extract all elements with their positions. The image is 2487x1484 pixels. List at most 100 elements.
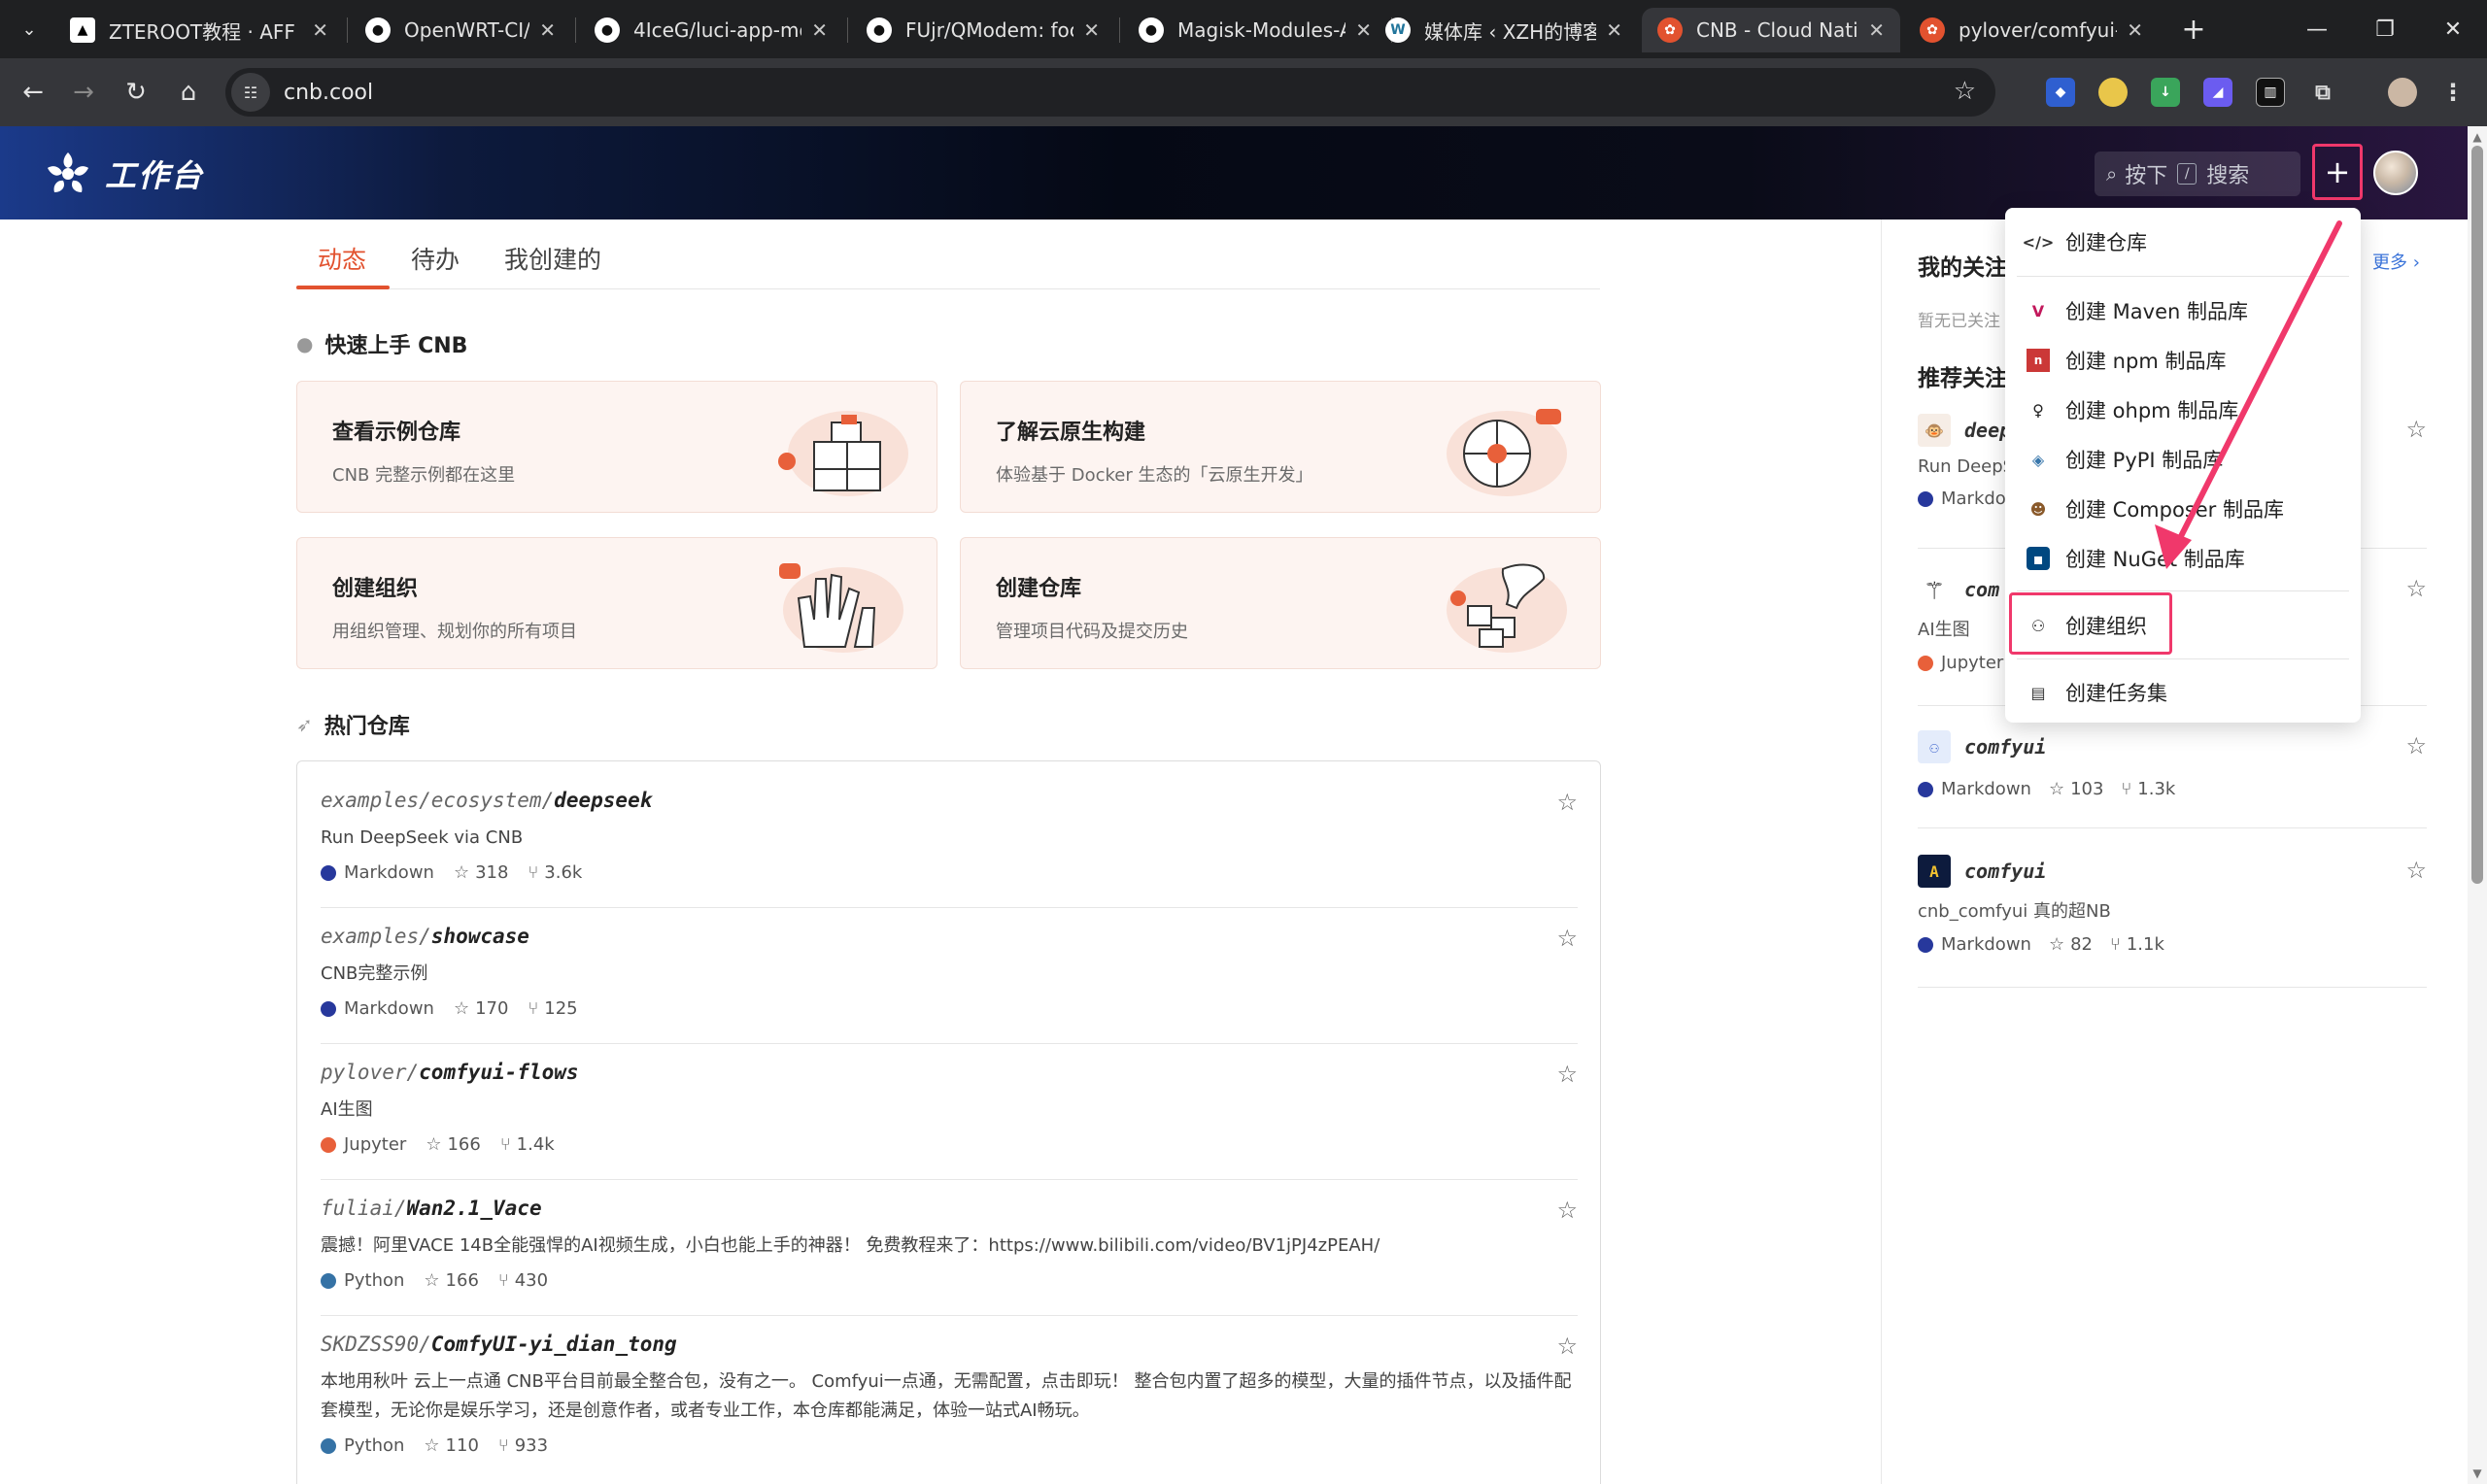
- recommend-name[interactable]: com: [1964, 578, 1999, 601]
- address-bar[interactable]: ☷ cnb.cool ☆: [225, 68, 1995, 117]
- star-button[interactable]: ☆: [1556, 1061, 1578, 1088]
- menu-divider: [2017, 590, 2349, 591]
- recommend-item[interactable]: Acomfyui cnb_comfyui 真的超NB Markdown ☆ 82 …: [1918, 855, 2427, 988]
- list-item[interactable]: pylover/comfyui-flows AI生图 Jupyter ☆ 166 …: [321, 1061, 1578, 1180]
- star-button[interactable]: ☆: [2405, 732, 2427, 759]
- scrollbar-thumb[interactable]: [2471, 146, 2483, 884]
- new-tab-button[interactable]: +: [2174, 12, 2213, 47]
- close-icon[interactable]: ✕: [312, 18, 328, 42]
- list-item[interactable]: fuliai/Wan2.1_Vace 震撼！阿里VACE 14B全能强悍的AI视…: [321, 1197, 1578, 1316]
- browser-tab[interactable]: W 媒体库 ‹ XZH的博客 ✕: [1370, 8, 1638, 52]
- scroll-up-icon[interactable]: ▲: [2470, 130, 2485, 146]
- close-icon[interactable]: ✕: [1868, 18, 1885, 42]
- menu-item-create-composer[interactable]: ☻ 创建 Composer 制品库: [2027, 489, 2284, 528]
- list-item[interactable]: examples/ecosystem/deepseek Run DeepSeek…: [321, 789, 1578, 908]
- star-button[interactable]: ☆: [2405, 575, 2427, 602]
- star-button[interactable]: ☆: [1556, 789, 1578, 816]
- repo-name[interactable]: examples/ecosystem/deepseek: [321, 789, 1578, 812]
- scroll-down-icon[interactable]: ▼: [2470, 1467, 2485, 1482]
- extension-icon[interactable]: ◢: [2203, 78, 2232, 107]
- browser-tab[interactable]: ● Magisk-Modules-A ✕: [1123, 8, 1387, 52]
- recommend-name[interactable]: comfyui: [1964, 735, 2046, 759]
- star-icon: ☆: [453, 998, 470, 1019]
- extension-icon[interactable]: [2098, 78, 2128, 107]
- home-button[interactable]: ⌂: [167, 71, 210, 114]
- quick-card-cloud-native-build[interactable]: 了解云原生构建 体验基于 Docker 生态的「云原生开发」: [960, 381, 1601, 513]
- more-link[interactable]: 更多 ›: [2372, 249, 2420, 274]
- tab-search-button[interactable]: ⌄: [12, 12, 47, 47]
- reload-button[interactable]: ↻: [115, 71, 157, 114]
- tab-todo[interactable]: 待办: [411, 241, 460, 276]
- extension-icon[interactable]: ▥: [2256, 78, 2285, 107]
- user-avatar[interactable]: [2373, 151, 2418, 195]
- close-icon[interactable]: ✕: [539, 18, 556, 42]
- tab-created-by-me[interactable]: 我创建的: [504, 241, 601, 276]
- recommend-item[interactable]: ⚇ comfyui Markdown ☆ 103 ⑂ 1.3k ☆: [1918, 730, 2427, 828]
- create-plus-button[interactable]: +: [2312, 144, 2363, 200]
- url-text[interactable]: cnb.cool: [284, 81, 373, 105]
- tab-activity[interactable]: 动态: [318, 241, 366, 276]
- browser-tab[interactable]: ● FUjr/QModem: foc ✕: [851, 8, 1115, 52]
- cnb-logo-icon[interactable]: [45, 151, 91, 197]
- quick-card-create-repo[interactable]: 创建仓库 管理项目代码及提交历史: [960, 537, 1601, 669]
- github-icon: ●: [867, 17, 892, 43]
- close-icon[interactable]: ✕: [811, 18, 828, 42]
- task-list-icon: ▤: [2030, 683, 2046, 702]
- browser-tab[interactable]: ● 4IceG/luci-app-mo ✕: [579, 8, 843, 52]
- star-icon: ☆: [2048, 934, 2065, 955]
- browser-tab[interactable]: ✿ pylover/comfyui-fl ✕: [1904, 8, 2159, 52]
- minimize-button[interactable]: —: [2293, 10, 2341, 49]
- close-icon[interactable]: ✕: [1606, 18, 1622, 42]
- star-count: 166: [447, 1134, 481, 1155]
- back-button[interactable]: ←: [12, 71, 54, 114]
- menu-item-create-nuget[interactable]: ▪ 创建 NuGet 制品库: [2027, 539, 2245, 578]
- repo-name[interactable]: fuliai/Wan2.1_Vace: [321, 1197, 1578, 1220]
- quick-card-create-org[interactable]: 创建组织 用组织管理、规划你的所有项目: [296, 537, 937, 669]
- bookmark-star-icon[interactable]: ☆: [1954, 77, 1976, 106]
- restore-button[interactable]: ❐: [2361, 10, 2409, 49]
- star-button[interactable]: ☆: [1556, 1332, 1578, 1360]
- browser-tab[interactable]: ▲ ZTEROOT教程 · AFF ✕: [54, 8, 344, 52]
- fork-icon: ⑂: [499, 1134, 511, 1155]
- repo-meta: Python ☆ 110 ⑂ 933: [321, 1435, 1578, 1456]
- quick-card-example-repos[interactable]: 查看示例仓库 CNB 完整示例都在这里: [296, 381, 937, 513]
- repo-name[interactable]: SKDZSS90/ComfyUI-yi_dian_tong: [321, 1332, 1578, 1356]
- recommend-name[interactable]: deep: [1964, 419, 2011, 442]
- close-icon[interactable]: ✕: [2127, 18, 2143, 42]
- close-window-button[interactable]: ✕: [2429, 10, 2477, 49]
- browser-tab[interactable]: ● OpenWRT-CI/Conf ✕: [350, 8, 571, 52]
- star-button[interactable]: ☆: [1556, 1197, 1578, 1224]
- browser-menu-icon[interactable]: ⋮: [2438, 78, 2468, 107]
- site-info-icon[interactable]: ☷: [231, 73, 270, 112]
- menu-item-create-pypi[interactable]: ◈ 创建 PyPI 制品库: [2027, 440, 2223, 479]
- global-search[interactable]: ⌕ 按下 / 搜索: [2095, 152, 2300, 196]
- menu-item-create-npm[interactable]: n 创建 npm 制品库: [2027, 341, 2226, 380]
- extensions-puzzle-icon[interactable]: ⧉: [2308, 78, 2337, 107]
- recommend-name[interactable]: comfyui: [1964, 860, 2046, 883]
- menu-item-create-maven[interactable]: V 创建 Maven 制品库: [2027, 291, 2248, 330]
- star-button[interactable]: ☆: [1556, 925, 1578, 952]
- fork-icon: ⑂: [528, 998, 539, 1019]
- language-dot: [1918, 781, 1933, 797]
- menu-item-create-ohpm[interactable]: ♀ 创建 ohpm 制品库: [2027, 390, 2238, 429]
- app-title[interactable]: 工作台: [105, 152, 204, 196]
- fork-icon: ⑂: [528, 862, 539, 883]
- recommend-language: Jupyter: [1941, 653, 2004, 673]
- star-button[interactable]: ☆: [2405, 857, 2427, 884]
- close-icon[interactable]: ✕: [1083, 18, 1100, 42]
- profile-avatar[interactable]: [2388, 78, 2417, 107]
- repo-meta: Jupyter ☆ 166 ⑂ 1.4k: [321, 1134, 1578, 1155]
- menu-item-create-repo[interactable]: </> 创建仓库: [2023, 222, 2147, 261]
- repo-name[interactable]: examples/showcase: [321, 925, 1578, 948]
- browser-tab-active[interactable]: ✿ CNB - Cloud Native ✕: [1642, 8, 1900, 52]
- list-item[interactable]: SKDZSS90/ComfyUI-yi_dian_tong 本地用秋叶 云上一点…: [321, 1332, 1578, 1456]
- forward-button[interactable]: →: [62, 71, 105, 114]
- star-count: 170: [475, 998, 509, 1019]
- menu-item-create-task-list[interactable]: ▤ 创建任务集: [2027, 673, 2167, 712]
- repo-language: Python: [344, 1435, 405, 1456]
- star-button[interactable]: ☆: [2405, 416, 2427, 443]
- extension-icon[interactable]: ◆: [2046, 78, 2075, 107]
- repo-name[interactable]: pylover/comfyui-flows: [321, 1061, 1578, 1084]
- download-extension-icon[interactable]: ↓: [2151, 78, 2180, 107]
- list-item[interactable]: examples/showcase CNB完整示例 Markdown ☆ 170 …: [321, 925, 1578, 1044]
